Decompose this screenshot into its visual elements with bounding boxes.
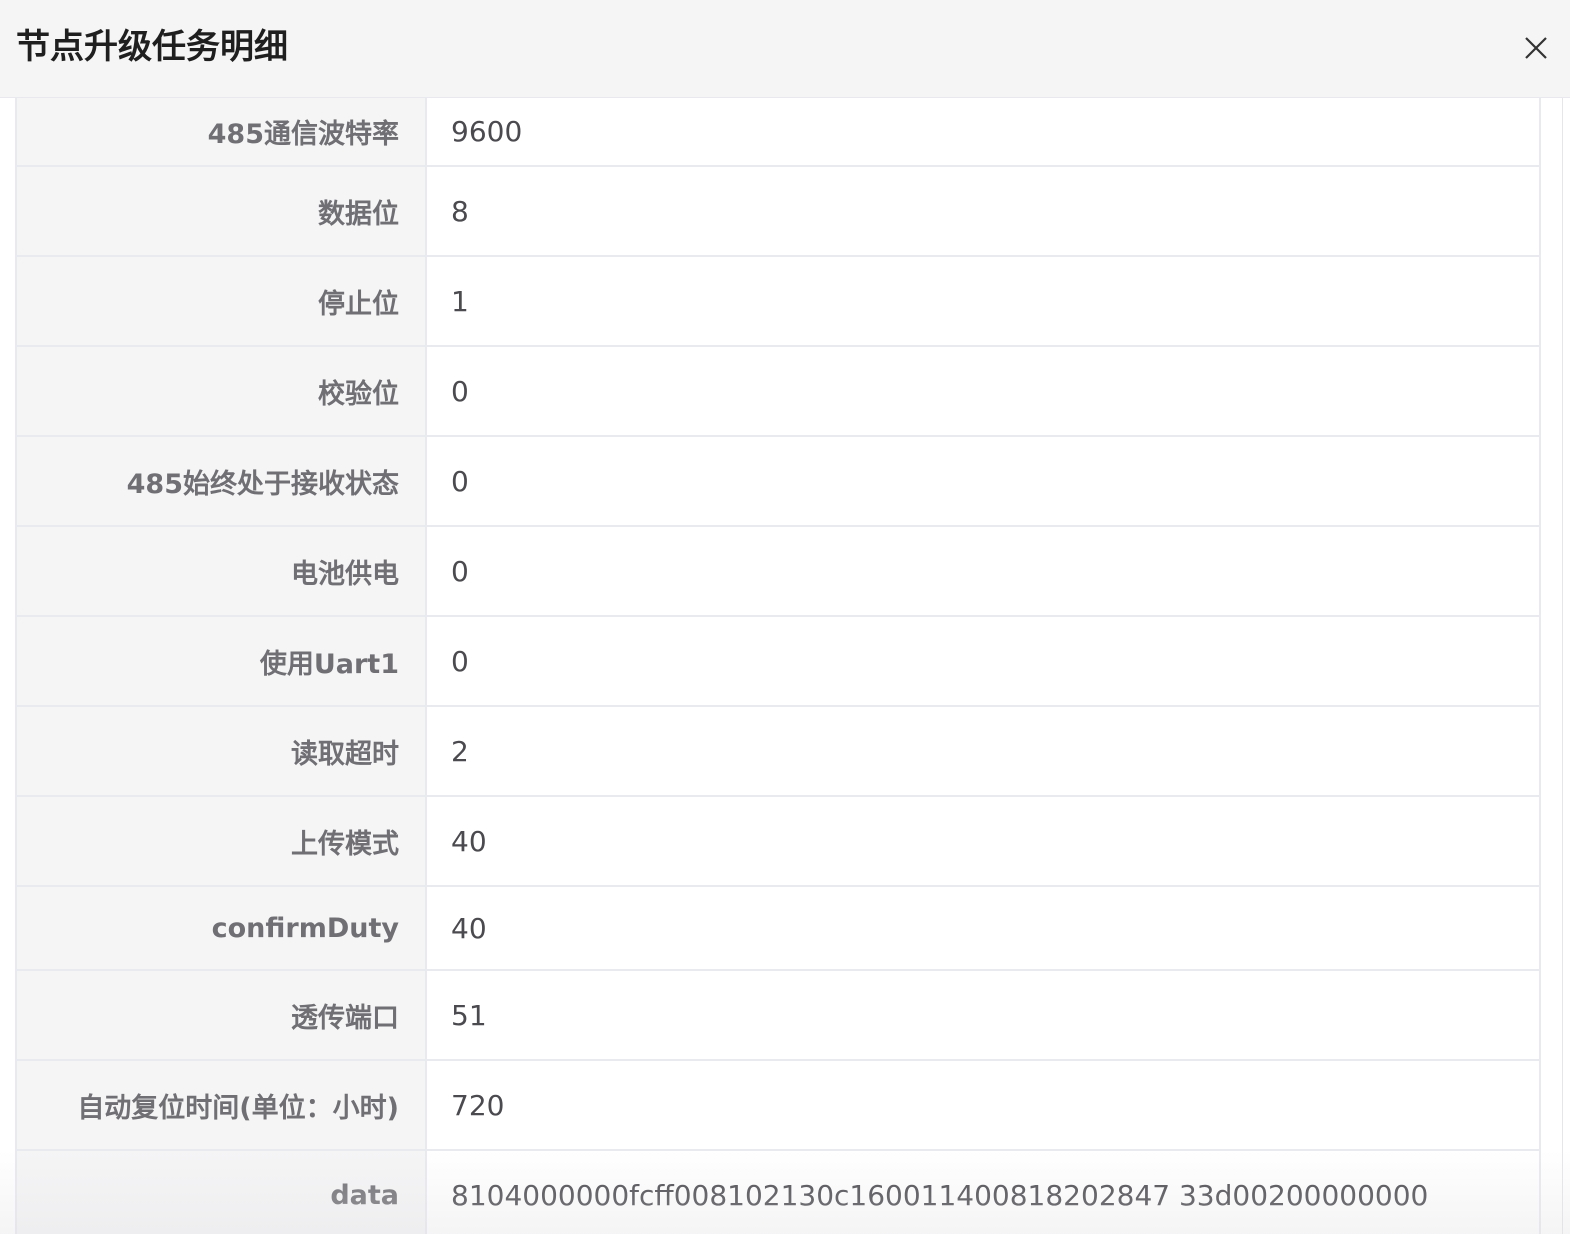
row-value: 0 (425, 345, 1541, 437)
row-value: 720 (425, 1059, 1541, 1151)
row-value: 0 (425, 435, 1541, 527)
row-value: 9600 (425, 98, 1541, 167)
dialog-title: 节点升级任务明细 (16, 27, 288, 67)
table-row: 使用Uart1 0 (15, 615, 1541, 707)
row-label: 485通信波特率 (15, 98, 427, 167)
table-row: 485始终处于接收状态 0 (15, 435, 1541, 527)
row-label: 使用Uart1 (15, 615, 427, 707)
row-label: 校验位 (15, 345, 427, 437)
row-value: 2 (425, 705, 1541, 797)
scroll-edge (1562, 98, 1563, 1234)
table-row: 数据位 8 (15, 165, 1541, 257)
row-label: data (15, 1149, 427, 1234)
row-label: confirmDuty (15, 885, 427, 971)
table-row: 上传模式 40 (15, 795, 1541, 887)
dialog-body[interactable]: 485通信波特率 9600 数据位 8 停止位 1 校验位 0 485始终处于接… (0, 98, 1570, 1234)
row-label: 读取超时 (15, 705, 427, 797)
row-value: 0 (425, 615, 1541, 707)
row-label: 电池供电 (15, 525, 427, 617)
table-row: 读取超时 2 (15, 705, 1541, 797)
row-value: 40 (425, 885, 1541, 971)
close-icon (1525, 37, 1547, 59)
table-row: 电池供电 0 (15, 525, 1541, 617)
close-button[interactable] (1516, 28, 1556, 68)
table-row: data 8104000000fcff008102130c16001140081… (15, 1149, 1541, 1234)
table-row: 自动复位时间(单位：小时) 720 (15, 1059, 1541, 1151)
row-label: 透传端口 (15, 969, 427, 1061)
row-value: 51 (425, 969, 1541, 1061)
detail-table: 485通信波特率 9600 数据位 8 停止位 1 校验位 0 485始终处于接… (15, 98, 1541, 1234)
row-label: 停止位 (15, 255, 427, 347)
row-label: 自动复位时间(单位：小时) (15, 1059, 427, 1151)
row-value: 0 (425, 525, 1541, 617)
table-row: confirmDuty 40 (15, 885, 1541, 971)
table-row: 透传端口 51 (15, 969, 1541, 1061)
row-value: 40 (425, 795, 1541, 887)
dialog-header: 节点升级任务明细 (0, 0, 1570, 98)
row-label: 数据位 (15, 165, 427, 257)
table-row: 校验位 0 (15, 345, 1541, 437)
row-value: 8104000000fcff008102130c1600114008182028… (425, 1149, 1541, 1234)
row-value: 1 (425, 255, 1541, 347)
table-row: 停止位 1 (15, 255, 1541, 347)
row-label: 上传模式 (15, 795, 427, 887)
table-row: 485通信波特率 9600 (15, 98, 1541, 167)
row-value: 8 (425, 165, 1541, 257)
task-detail-dialog: 节点升级任务明细 485通信波特率 9600 数据位 8 停止位 1 校验位 0… (0, 0, 1570, 1234)
row-label: 485始终处于接收状态 (15, 435, 427, 527)
